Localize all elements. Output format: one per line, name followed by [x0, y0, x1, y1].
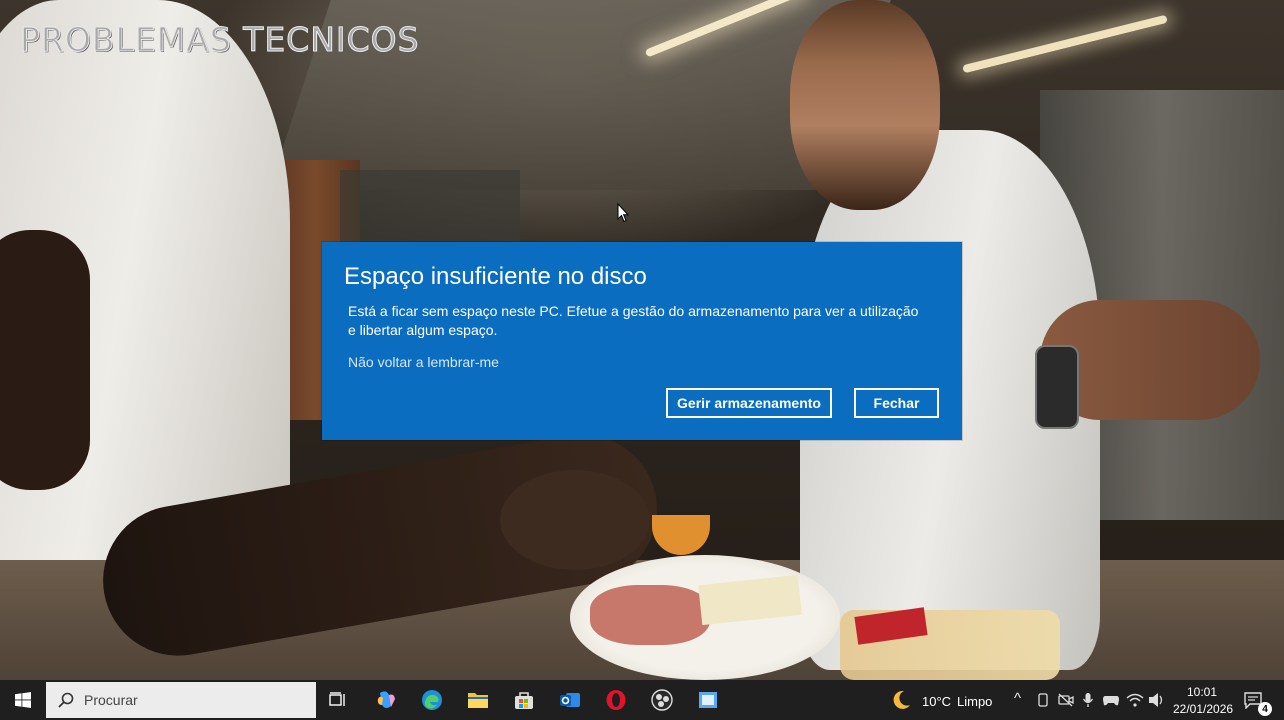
file-explorer-icon[interactable] — [464, 686, 492, 714]
manage-storage-button[interactable]: Gerir armazenamento — [666, 388, 832, 418]
weather-moon-icon[interactable] — [890, 689, 912, 711]
weather-temperature[interactable]: 10°C — [922, 694, 951, 709]
obs-icon[interactable] — [648, 686, 676, 714]
microphone-icon[interactable] — [1082, 692, 1094, 708]
edge-icon[interactable] — [418, 686, 446, 714]
start-button[interactable] — [0, 680, 46, 720]
close-button[interactable]: Fechar — [854, 388, 939, 418]
dont-remind-link[interactable]: Não voltar a lembrar-me — [348, 354, 499, 370]
outlook-icon[interactable] — [556, 686, 584, 714]
wifi-icon[interactable] — [1126, 692, 1144, 708]
dialog-message: Está a ficar sem espaço neste PC. Efetue… — [348, 303, 919, 338]
channel-watermark: PROBLEMAS TECNICOS — [20, 20, 420, 60]
chevron-up-icon[interactable]: ^ — [1014, 690, 1021, 707]
search-placeholder: Procurar — [84, 692, 138, 708]
camera-off-icon[interactable] — [1058, 693, 1074, 707]
windows-logo-icon — [15, 692, 31, 708]
task-view-icon[interactable] — [324, 686, 352, 714]
opera-icon[interactable] — [602, 686, 630, 714]
search-icon — [58, 692, 74, 708]
controller-icon[interactable] — [1102, 693, 1120, 707]
store-icon[interactable] — [510, 686, 538, 714]
weather-condition[interactable]: Limpo — [957, 694, 992, 709]
copilot-icon[interactable] — [372, 686, 400, 714]
phone-link-icon[interactable] — [1036, 693, 1050, 707]
taskbar: Procurar 10°C Limpo ^ 10:01 22/01/2026 4 — [0, 680, 1284, 720]
volume-icon[interactable] — [1148, 692, 1166, 708]
app-window-icon[interactable] — [694, 686, 722, 714]
mouse-cursor-icon — [617, 203, 629, 223]
dialog-title: Espaço insuficiente no disco — [344, 263, 647, 290]
clock-time[interactable]: 10:01 — [1187, 685, 1217, 699]
notification-count-badge: 4 — [1258, 702, 1272, 716]
low-disk-space-dialog: Espaço insuficiente no disco Está a fica… — [322, 242, 962, 440]
clock-date[interactable]: 22/01/2026 — [1173, 702, 1233, 716]
taskbar-search-box[interactable]: Procurar — [46, 682, 316, 718]
